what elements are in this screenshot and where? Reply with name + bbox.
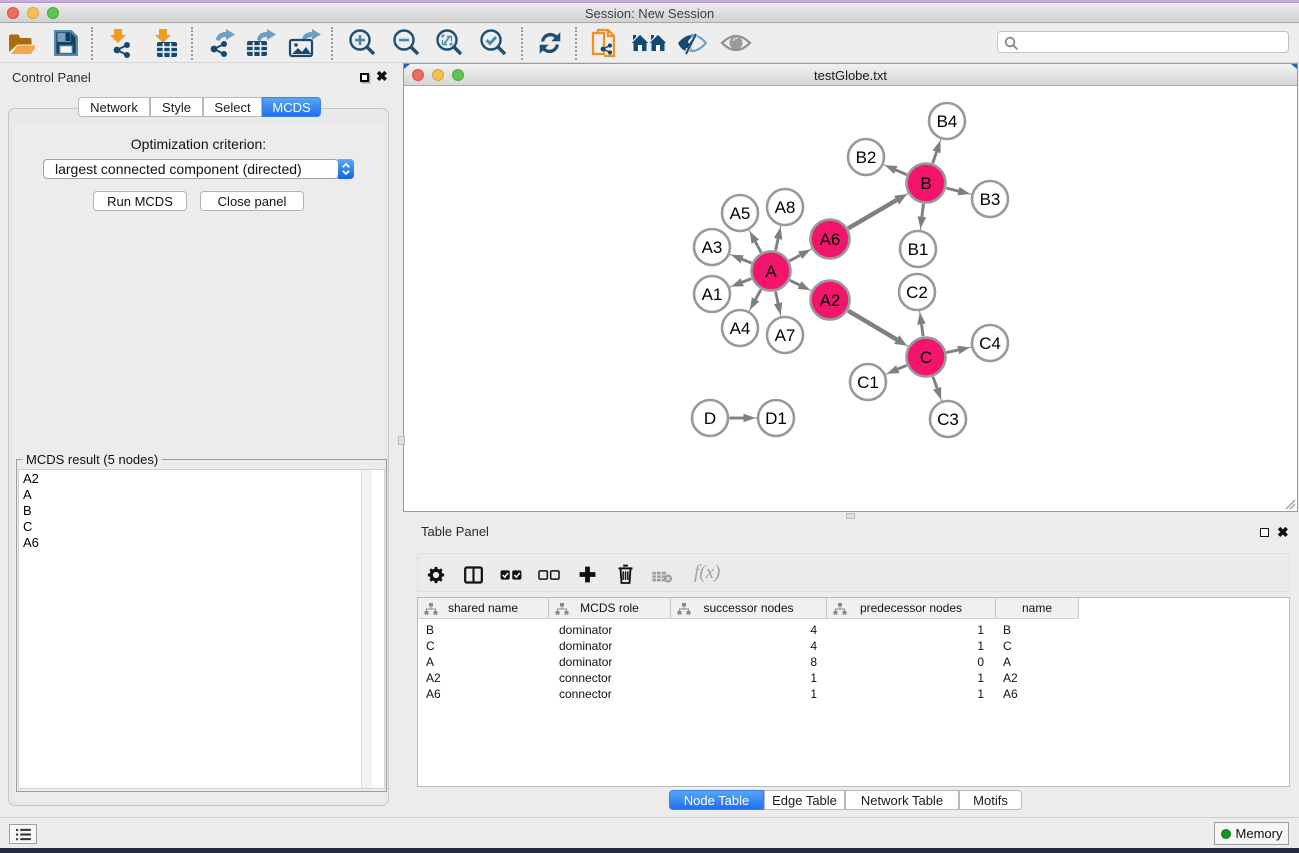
svg-text:A2: A2 <box>820 291 841 310</box>
svg-text:A5: A5 <box>730 204 751 223</box>
svg-text:A6: A6 <box>820 230 841 249</box>
svg-text:B1: B1 <box>908 240 929 259</box>
svg-text:C3: C3 <box>937 410 959 429</box>
svg-text:A7: A7 <box>775 326 796 345</box>
svg-text:B2: B2 <box>856 148 877 167</box>
svg-text:B3: B3 <box>980 190 1001 209</box>
svg-text:C: C <box>920 348 932 367</box>
svg-text:A1: A1 <box>702 285 723 304</box>
svg-text:B4: B4 <box>937 112 958 131</box>
svg-text:C4: C4 <box>979 334 1001 353</box>
svg-text:C2: C2 <box>906 283 928 302</box>
svg-text:A4: A4 <box>730 319 751 338</box>
svg-text:A3: A3 <box>702 238 723 257</box>
svg-text:B: B <box>920 174 931 193</box>
svg-text:A8: A8 <box>775 198 796 217</box>
svg-text:D1: D1 <box>765 409 787 428</box>
svg-text:D: D <box>704 409 716 428</box>
svg-text:A: A <box>765 262 777 281</box>
svg-text:C1: C1 <box>857 373 879 392</box>
